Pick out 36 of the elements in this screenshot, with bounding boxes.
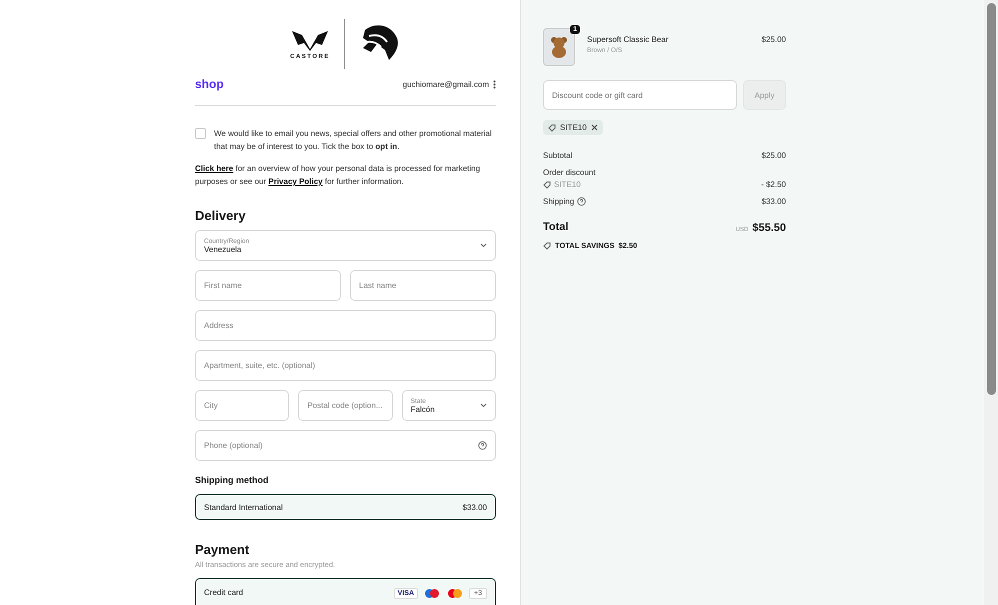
- field-value: Falcón: [410, 404, 435, 414]
- option-price: $33.00: [462, 502, 487, 512]
- input-field[interactable]: Phone (optional): [195, 430, 496, 462]
- privacy-policy-link[interactable]: Privacy Policy: [268, 177, 323, 186]
- section-title: Shipping method: [195, 475, 270, 486]
- product-name: Supersoft Classic Bear: [587, 35, 670, 44]
- option-label: Standard International: [204, 502, 283, 512]
- summary-value: $25.00: [762, 151, 786, 160]
- click-here-link[interactable]: Click here: [195, 164, 234, 174]
- discount-field[interactable]: Discount code or gift card: [543, 80, 737, 110]
- input-field[interactable]: City: [195, 390, 290, 422]
- input-field[interactable]: First name: [195, 270, 341, 302]
- total-value: $55.50: [752, 222, 786, 234]
- summary-label: Subtotal: [543, 151, 572, 160]
- option-label: Credit card: [204, 588, 244, 597]
- optin-text: We would like to email you news, special offers and other promotional material that may be of interest to you. Tick the box to opt in.: [214, 128, 493, 154]
- section-title: Delivery: [195, 208, 247, 224]
- total-label: Total: [543, 221, 568, 233]
- summary-value: - $2.50: [761, 180, 786, 189]
- summary-label: Shipping: [543, 197, 586, 206]
- discount-code: SITE10: [543, 180, 581, 189]
- input-field[interactable]: Postal code (option...: [298, 390, 393, 422]
- privacy-text: Click here for an overview of how your personal data is processed for marketing purposes or see our Privacy Policy for further information.: [195, 163, 482, 188]
- shop-logo: shop: [195, 77, 224, 92]
- account-email: guchiomare@gmail.com: [402, 80, 496, 89]
- product-price: $25.00: [762, 34, 786, 44]
- section-title: Payment: [195, 542, 250, 557]
- input-field[interactable]: Address: [195, 310, 496, 342]
- summary-value: $33.00: [762, 197, 786, 206]
- shipping-option[interactable]: Standard International $33.00: [195, 494, 496, 520]
- field-value: Venezuela: [204, 244, 242, 254]
- summary-label: Order discount: [543, 168, 596, 177]
- tag-label: SITE10: [560, 123, 587, 132]
- input-field[interactable]: Last name: [350, 270, 496, 302]
- apply-button[interactable]: Apply: [743, 80, 786, 110]
- input-field[interactable]: Apartment, suite, etc. (optional): [195, 350, 496, 382]
